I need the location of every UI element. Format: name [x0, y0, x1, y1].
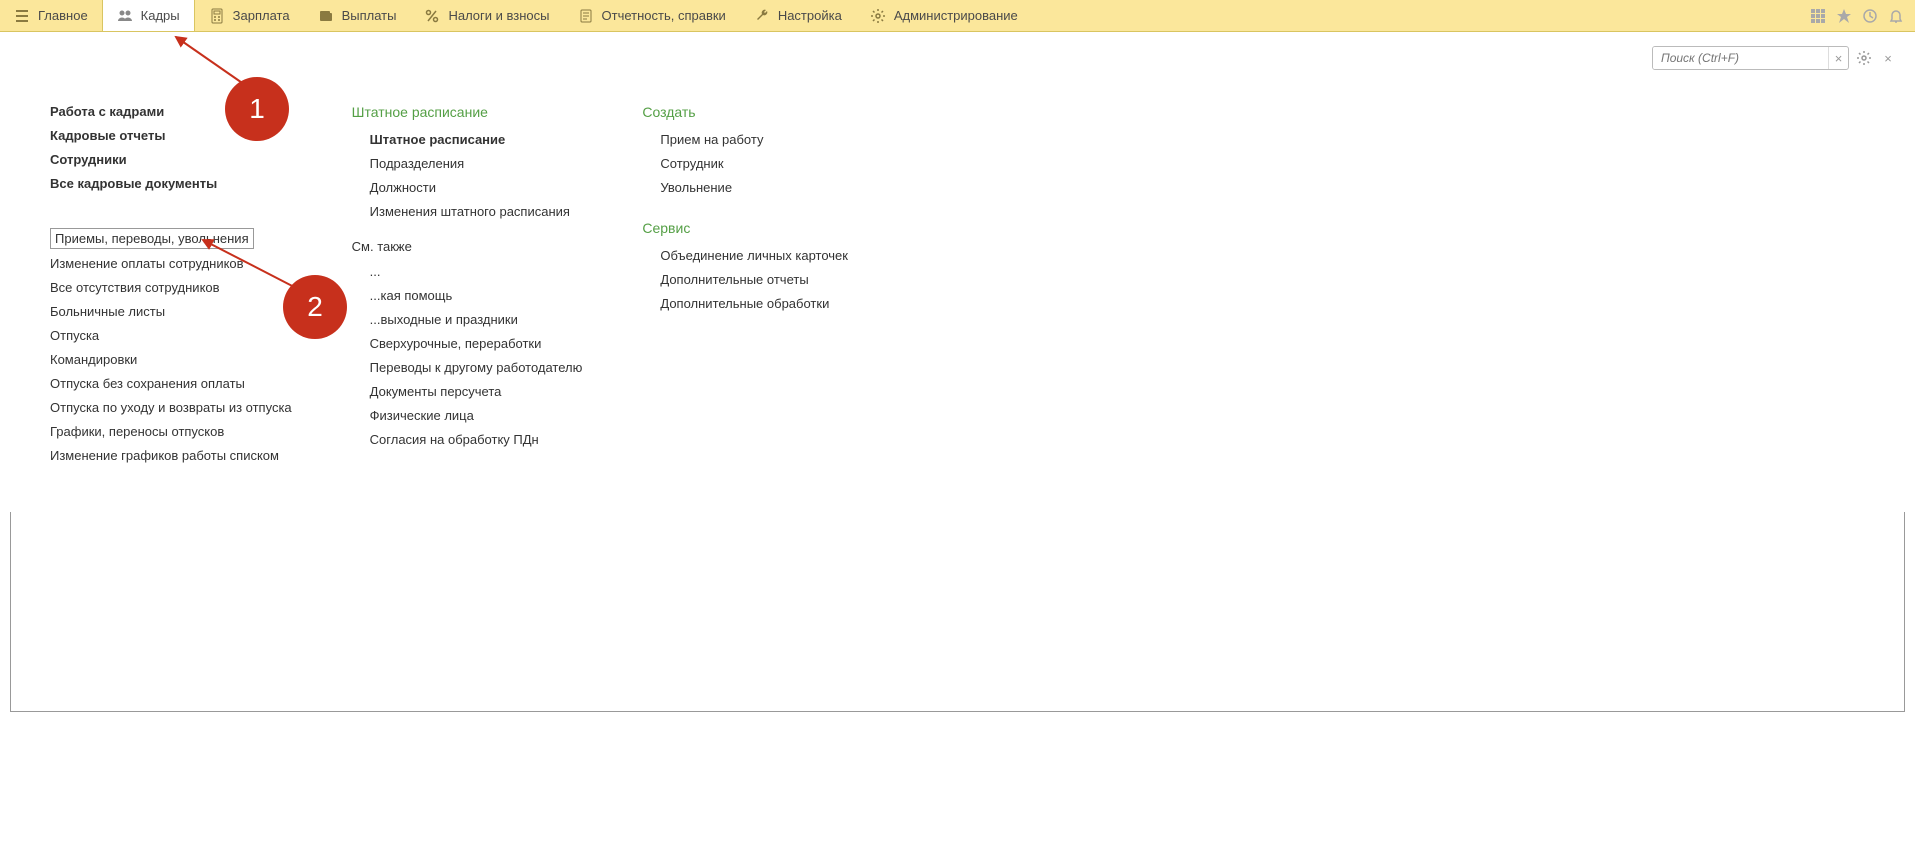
nav-label: Налоги и взносы [448, 8, 549, 23]
nav-label: Выплаты [342, 8, 397, 23]
apps-icon[interactable] [1809, 7, 1827, 25]
link-sozdat-sotrudnik[interactable]: Сотрудник [660, 156, 848, 171]
nav-label: Отчетность, справки [602, 8, 726, 23]
link-dokumenty-persucheta[interactable]: Документы персучета [370, 384, 583, 399]
nav-label: Кадры [141, 8, 180, 23]
link-otpuska-po-uhodu[interactable]: Отпуска по уходу и возвраты из отпуска [50, 400, 292, 415]
menu-icon [14, 8, 30, 24]
link-izmenenie-grafikov[interactable]: Изменение графиков работы списком [50, 448, 292, 463]
users-icon [117, 8, 133, 24]
group-shtatnoe: Штатное расписание [352, 104, 583, 120]
link-sotrudniki[interactable]: Сотрудники [50, 152, 292, 167]
link-obedinenie-kartochek[interactable]: Объединение личных карточек [660, 248, 848, 263]
see-also-title: См. также [352, 239, 583, 254]
nav-label: Настройка [778, 8, 842, 23]
wrench-icon [754, 8, 770, 24]
link-dolzhnosti[interactable]: Должности [370, 180, 583, 195]
link-otpuska[interactable]: Отпуска [50, 328, 292, 343]
link-otpuska-bez-sohraneniya[interactable]: Отпуска без сохранения оплаты [50, 376, 292, 391]
link-soglasiya-pdn[interactable]: Согласия на обработку ПДн [370, 432, 583, 447]
link-vse-otsutstviya[interactable]: Все отсутствия сотрудников [50, 280, 292, 295]
search-clear-button[interactable]: × [1828, 47, 1848, 69]
content-area [10, 512, 1905, 712]
link-podrazdeleniya[interactable]: Подразделения [370, 156, 583, 171]
nav-admin[interactable]: Администрирование [856, 0, 1032, 31]
nav-main[interactable]: Главное [0, 0, 102, 31]
link-komandirovki[interactable]: Командировки [50, 352, 292, 367]
link-vse-kadrovye-dokumenty[interactable]: Все кадровые документы [50, 176, 292, 191]
nav-kadry[interactable]: Кадры [102, 0, 195, 31]
nav-column-1: Работа с кадрами Кадровые отчеты Сотрудн… [50, 104, 292, 472]
nav-label: Администрирование [894, 8, 1018, 23]
search-input-wrap: × [1652, 46, 1849, 70]
link-bolnichnye[interactable]: Больничные листы [50, 304, 292, 319]
star-icon[interactable] [1835, 7, 1853, 25]
link-dop-otchety[interactable]: Дополнительные отчеты [660, 272, 848, 287]
link-izmenenie-oplaty[interactable]: Изменение оплаты сотрудников [50, 256, 292, 271]
link-shtatnoe-raspisanie[interactable]: Штатное расписание [370, 132, 583, 147]
link-rabota-s-kadrami[interactable]: Работа с кадрами [50, 104, 292, 119]
history-icon[interactable] [1861, 7, 1879, 25]
link-matpomosch[interactable]: ...кая помощь [370, 288, 583, 303]
group-servis: Сервис [642, 220, 848, 236]
nav-label: Зарплата [233, 8, 290, 23]
percent-icon [424, 8, 440, 24]
link-fiz-litsa[interactable]: Физические лица [370, 408, 583, 423]
link-grafiki-perenosy[interactable]: Графики, переносы отпусков [50, 424, 292, 439]
link-perevody-rabotodatelyu[interactable]: Переводы к другому работодателю [370, 360, 583, 375]
search-input[interactable] [1653, 47, 1828, 69]
link-vyhodnye-prazdniki[interactable]: ...выходные и праздники [370, 312, 583, 327]
top-navigation: Главное Кадры Зарплата Выплаты Налоги и … [0, 0, 1915, 32]
link-hidden-1[interactable]: ... [370, 264, 583, 279]
nav-label: Главное [38, 8, 88, 23]
link-priemy-perevody[interactable]: Приемы, переводы, увольнения [50, 228, 254, 249]
link-uvolnenie[interactable]: Увольнение [660, 180, 848, 195]
calculator-icon [209, 8, 225, 24]
nav-vyplaty[interactable]: Выплаты [304, 0, 411, 31]
link-izmeneniya-shtatnogo[interactable]: Изменения штатного расписания [370, 204, 583, 219]
wallet-icon [318, 8, 334, 24]
secondary-toolbar: × × [10, 42, 1905, 74]
group-sozdat: Создать [642, 104, 848, 120]
link-kadrovye-otchety[interactable]: Кадровые отчеты [50, 128, 292, 143]
link-dop-obrabotki[interactable]: Дополнительные обработки [660, 296, 848, 311]
nav-nastroika[interactable]: Настройка [740, 0, 856, 31]
close-panel-icon[interactable]: × [1879, 51, 1897, 66]
nav-column-2: Штатное расписание Штатное расписание По… [352, 104, 583, 472]
document-icon [578, 8, 594, 24]
nav-nalogi[interactable]: Налоги и взносы [410, 0, 563, 31]
nav-zarplata[interactable]: Зарплата [195, 0, 304, 31]
settings-gear-icon[interactable] [1855, 50, 1873, 66]
link-priem-na-rabotu[interactable]: Прием на работу [660, 132, 848, 147]
gear-icon [870, 8, 886, 24]
bell-icon[interactable] [1887, 7, 1905, 25]
nav-column-3: Создать Прием на работу Сотрудник Увольн… [642, 104, 848, 472]
link-sverhurochnye[interactable]: Сверхурочные, переработки [370, 336, 583, 351]
nav-otchetnost[interactable]: Отчетность, справки [564, 0, 740, 31]
